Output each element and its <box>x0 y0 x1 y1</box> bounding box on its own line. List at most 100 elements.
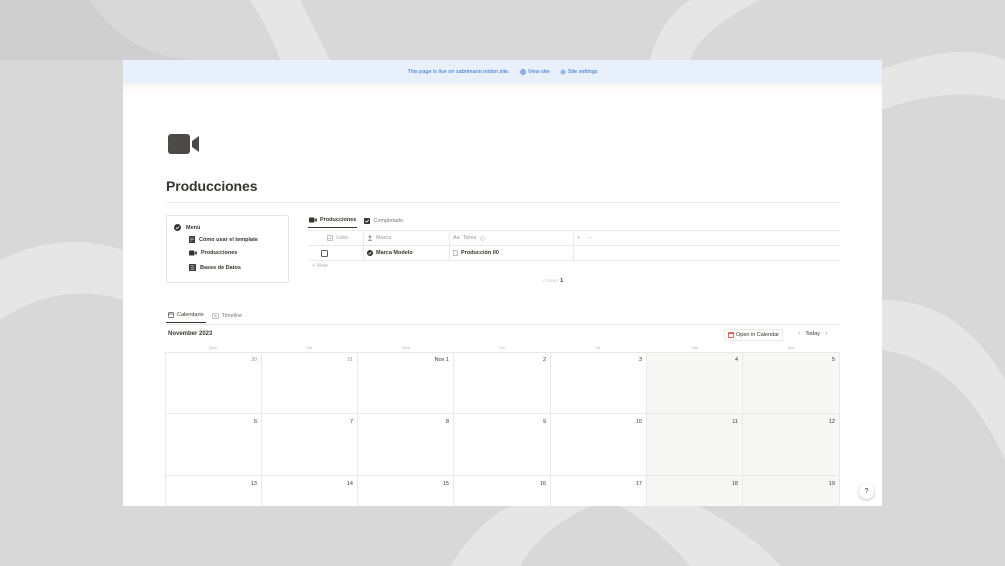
day-number: 3 <box>638 357 642 363</box>
column-divider <box>363 231 364 260</box>
calendar-day-cell[interactable]: 19 <box>743 476 840 506</box>
check-circle-icon <box>174 224 181 231</box>
calendar-day-cell[interactable]: 12 <box>743 414 840 476</box>
calendar-day-cell[interactable]: 17 <box>551 476 647 506</box>
column-header-label: Listo <box>336 235 348 241</box>
table-row[interactable]: Marca Modelo Producción 00 <box>308 246 840 261</box>
calendar-grid: 30 31 Nov 1 2 3 4 5 6 7 8 9 10 11 12 13 … <box>165 352 840 506</box>
calendar-day-cell[interactable]: 10 <box>551 414 647 476</box>
calendar-day-cell[interactable]: 30 <box>165 352 262 414</box>
add-property-button[interactable]: + ··· <box>573 231 633 245</box>
calendar-icon <box>168 312 174 318</box>
weekday-header: Sat <box>691 345 698 350</box>
checkbox-icon <box>364 217 371 224</box>
day-number: 9 <box>542 419 546 425</box>
day-number: 30 <box>250 357 257 363</box>
day-number: 12 <box>828 419 835 425</box>
tab-timeline[interactable]: Timeline <box>210 312 245 323</box>
column-divider <box>449 231 450 260</box>
divider <box>166 202 840 203</box>
site-settings-label: Site settings <box>567 69 598 75</box>
day-number: 2 <box>542 357 546 363</box>
open-in-calendar-button[interactable]: Open in Calendar <box>724 329 784 341</box>
list-icon <box>189 264 196 271</box>
calendar-day-cell[interactable]: 16 <box>454 476 551 506</box>
weekday-header: Sun <box>787 345 795 350</box>
tab-producciones[interactable]: Producciones <box>308 217 358 228</box>
column-header-label: Marca <box>376 235 392 241</box>
marca-cell[interactable]: Marca Modelo <box>363 246 449 260</box>
day-number: 14 <box>346 481 353 487</box>
tarea-value: Producción 00 <box>461 250 499 256</box>
timeline-icon <box>211 312 219 319</box>
check-circle-icon <box>367 250 373 256</box>
live-site-banner: This page is live on sabrimarin.notion.s… <box>123 60 882 84</box>
menu-item-label: Producciones <box>201 250 238 256</box>
count-label: COUNT <box>543 278 559 283</box>
count-value: 1 <box>560 278 564 284</box>
view-site-label: View site <box>527 69 550 75</box>
tab-label: Completado <box>373 217 404 224</box>
chevron-left-icon[interactable]: ‹ <box>798 330 800 337</box>
weekday-header: Wed <box>401 345 411 350</box>
calendar-day-cell[interactable]: 14 <box>262 476 358 506</box>
calendar-day-cell[interactable]: 3 <box>551 352 647 414</box>
count-summary[interactable]: COUNT 1 <box>543 278 563 284</box>
menu-item-como-usar[interactable]: Cómo usar el template <box>189 236 258 243</box>
day-number: 18 <box>731 481 738 487</box>
weekday-header: Tue <box>305 345 313 350</box>
site-settings-link[interactable]: Site settings <box>560 69 598 75</box>
chevron-right-icon[interactable]: › <box>825 330 827 337</box>
tab-label: Timeline <box>221 312 243 319</box>
calendar-day-cell[interactable]: 11 <box>647 414 743 476</box>
calendar-day-cell[interactable]: 13 <box>165 476 262 506</box>
listo-checkbox[interactable] <box>308 246 363 260</box>
title-property-icon: Aa <box>453 235 460 241</box>
calendar-day-cell[interactable]: 2 <box>454 352 551 414</box>
new-row-button[interactable]: + New <box>312 263 328 269</box>
video-camera-icon[interactable] <box>168 133 200 155</box>
menu-item-producciones[interactable]: Producciones <box>189 250 237 256</box>
day-number: 4 <box>734 357 738 363</box>
weekday-header: Fri <box>595 345 601 350</box>
calendar-day-cell[interactable]: 18 <box>647 476 743 506</box>
tab-completado[interactable]: Completado <box>363 217 404 228</box>
info-icon <box>479 235 485 241</box>
column-header-marca[interactable]: Marca <box>363 231 449 245</box>
calendar-day-cell[interactable]: 31 <box>262 352 358 414</box>
day-number: 6 <box>253 419 257 425</box>
menu-item-label: Cómo usar el template <box>199 236 258 243</box>
calendar-day-cell[interactable]: 6 <box>165 414 262 476</box>
calendar-day-cell[interactable]: 9 <box>454 414 551 476</box>
menu-item-bases-de-datos[interactable]: Bases de Datos <box>189 264 241 271</box>
checkbox-unchecked-icon <box>321 249 328 257</box>
more-options-icon[interactable]: ··· <box>587 235 593 241</box>
menu-heading: Menú <box>174 224 200 231</box>
calendar-day-cell[interactable]: 5 <box>743 352 840 414</box>
page-title: Producciones <box>166 178 258 194</box>
database-table: Listo Marca Aa Tarea + ··· Marca Modelo … <box>308 231 840 261</box>
calendar-day-cell[interactable]: 15 <box>358 476 454 506</box>
calendar-day-cell[interactable]: Nov 1 <box>358 352 454 414</box>
help-button[interactable]: ? <box>859 484 874 499</box>
today-button[interactable]: Today <box>805 331 820 337</box>
calendar-day-cell[interactable]: 7 <box>262 414 358 476</box>
calendar-navigation: ‹ Today › <box>798 330 827 337</box>
column-header-listo[interactable]: Listo <box>308 231 363 245</box>
globe-icon <box>520 69 526 75</box>
tab-calendario[interactable]: Calendario <box>166 312 206 323</box>
calendar-day-cell[interactable]: 4 <box>647 352 743 414</box>
tarea-cell[interactable]: Producción 00 <box>449 246 573 260</box>
tab-label: Producciones <box>320 217 357 223</box>
column-header-label: Tarea <box>462 235 477 241</box>
document-icon <box>189 236 195 243</box>
calendar-day-cell[interactable]: 8 <box>358 414 454 476</box>
person-icon <box>367 235 373 241</box>
banner-text: This page is live on sabrimarin.notion.s… <box>407 69 510 75</box>
view-site-link[interactable]: View site <box>520 69 550 75</box>
column-divider <box>573 231 574 260</box>
table-header-row: Listo Marca Aa Tarea + ··· <box>308 231 840 246</box>
weekday-header: Mon <box>209 345 217 350</box>
column-header-tarea[interactable]: Aa Tarea <box>449 231 573 245</box>
page-icon <box>453 250 458 256</box>
